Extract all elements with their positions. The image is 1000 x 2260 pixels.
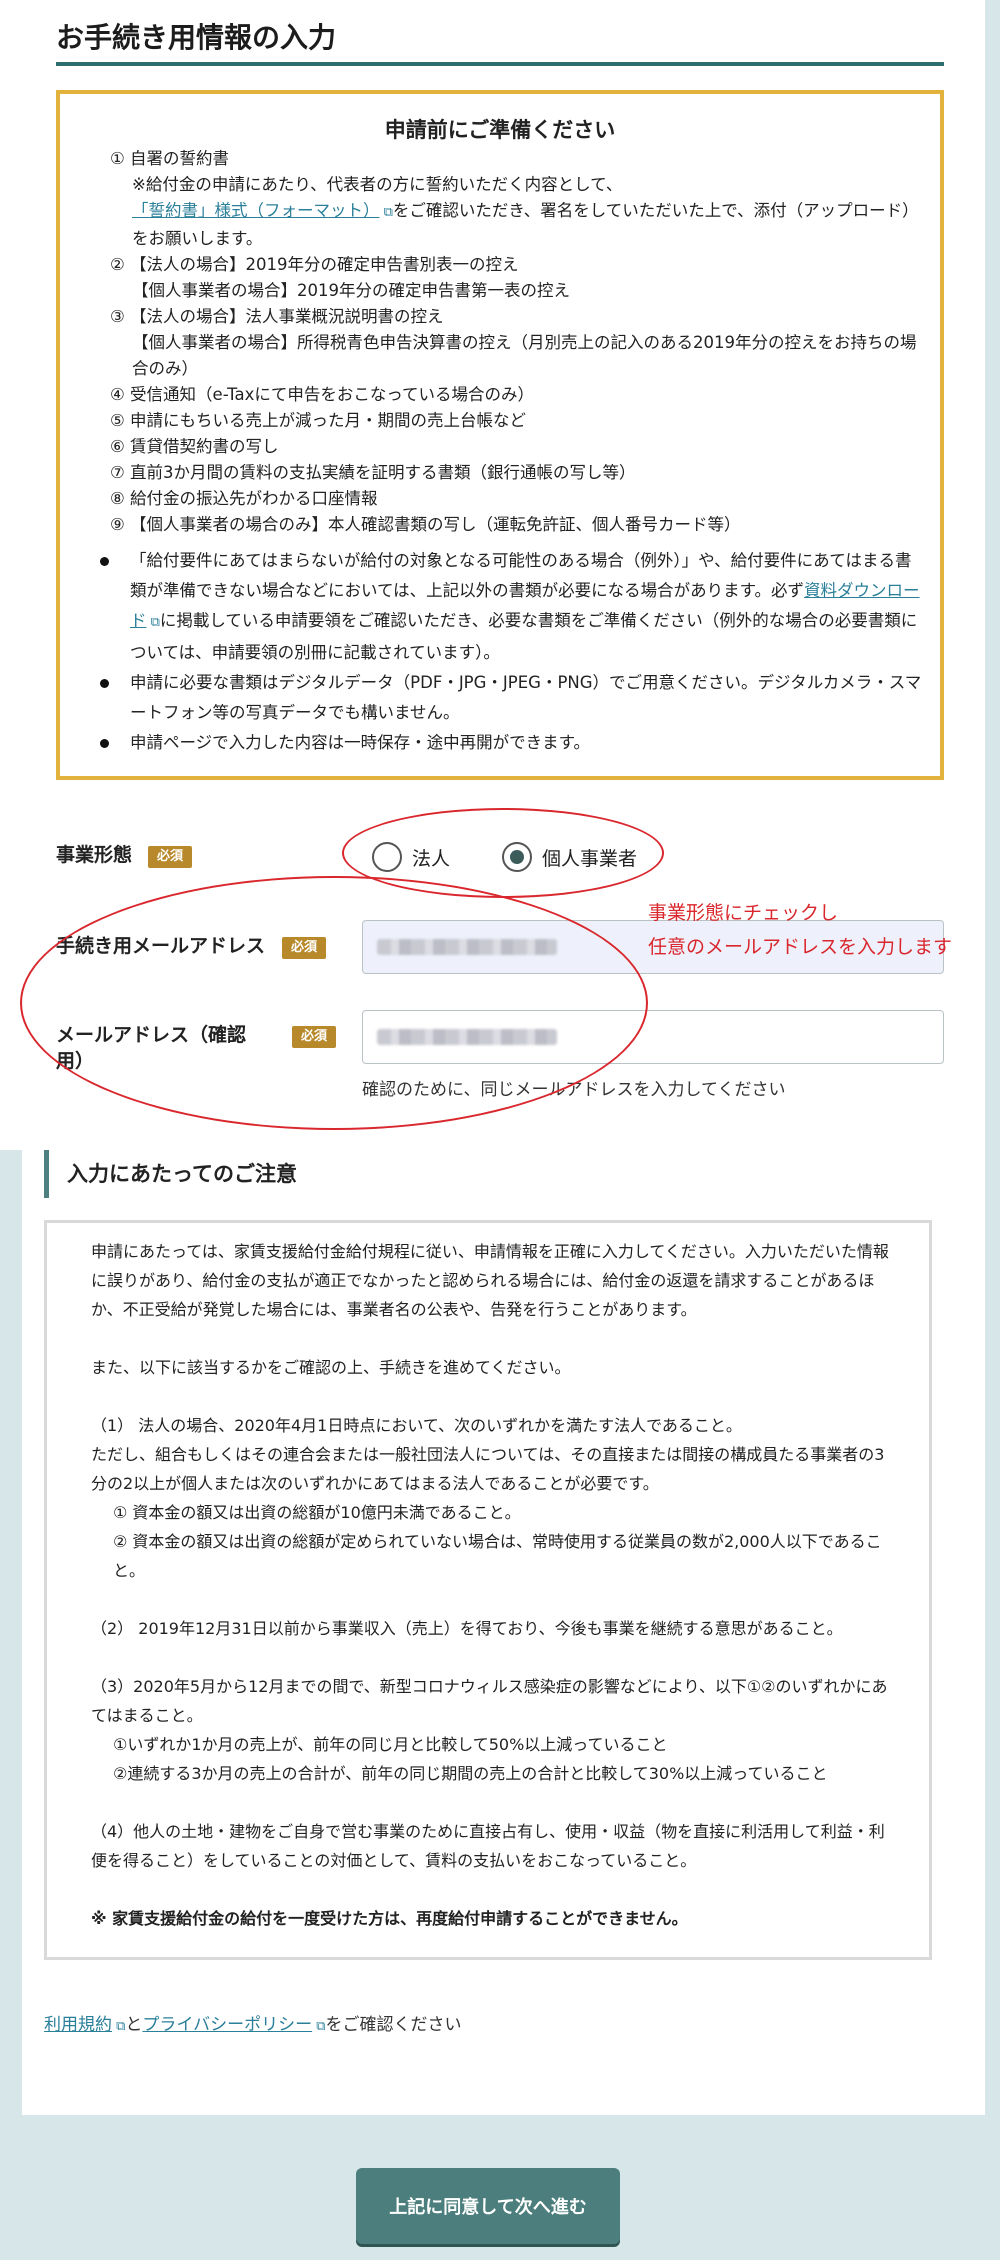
annotation-text-2: 任意のメールアドレスを入力します bbox=[648, 936, 953, 958]
notice-spacer bbox=[91, 1324, 896, 1353]
note-item: 申請ページで入力した内容は一時保存・途中再開ができます。 bbox=[98, 728, 926, 758]
notice-paragraph: 申請にあたっては、家賃支援給付金給付規程に従い、申請情報を正確に入力してください… bbox=[91, 1242, 889, 1319]
page-title: お手続き用情報の入力 bbox=[56, 21, 337, 54]
notice-box: 申請にあたっては、家賃支援給付金給付規程に従い、申請情報を正確に入力してください… bbox=[44, 1220, 932, 1960]
preparation-notes: 「給付要件にあてはまらないが給付の対象となる可能性のある場合（例外）」や、給付要… bbox=[98, 546, 926, 758]
title-divider bbox=[56, 62, 944, 66]
business-type-label: 事業形態 bbox=[56, 844, 133, 866]
radio-button[interactable] bbox=[372, 842, 402, 872]
notice-body: 申請にあたっては、家賃支援給付金給付規程に従い、申請情報を正確に入力してください… bbox=[91, 1237, 896, 1933]
required-badge: 必須 bbox=[282, 937, 327, 959]
external-link-icon: ⧉ bbox=[146, 615, 160, 630]
notice-paragraph: ② 資本金の額又は出資の総額が定められていない場合は、常時使用する従業員の数が2… bbox=[113, 1532, 882, 1580]
agree-next-button[interactable]: 上記に同意して次へ進む bbox=[356, 2168, 620, 2244]
preparation-list: ① 自署の誓約書 ※給付金の申請にあたり、代表者の方に誓約いただく内容として、 … bbox=[110, 146, 920, 538]
annotation-text-1: 事業形態にチェックし bbox=[648, 902, 839, 924]
required-badge: 必須 bbox=[292, 1026, 337, 1048]
links-joiner: と bbox=[125, 2015, 143, 2035]
notice-paragraph: ①いずれか1か月の売上が、前年の同じ月と比較して50%以上減っていること bbox=[113, 1735, 668, 1754]
notice-paragraph: （4）他人の土地・建物をご自身で営む事業のために直接占有し、使用・収益（物を直接… bbox=[91, 1822, 885, 1870]
external-link-icon: ⧉ bbox=[112, 2019, 126, 2034]
note-text: 「給付要件にあてはまらないが給付の対象となる可能性のある場合（例外）」や、給付要… bbox=[130, 551, 912, 600]
prep-item: 「誓約書」様式（フォーマット） ⧉をご確認いただき、署名をしていただいた上で、添… bbox=[110, 198, 920, 252]
notice-spacer bbox=[91, 1875, 896, 1904]
prep-item: ② 【法人の場合】2019年分の確定申告書別表一の控え bbox=[110, 255, 519, 274]
notice-spacer bbox=[91, 1643, 896, 1672]
prep-item: ⑤ 申請にもちいる売上が減った月・期間の売上台帳など bbox=[110, 411, 527, 430]
masked-email-value bbox=[377, 1029, 557, 1045]
prep-item: ⑥ 賃貸借契約書の写し bbox=[110, 437, 279, 456]
prep-item: ⑨ 【個人事業者の場合のみ】本人確認書類の写し（運転免許証、個人番号カード等） bbox=[110, 515, 741, 534]
policy-links: 利用規約 ⧉とプライバシーポリシー ⧉をご確認ください bbox=[44, 2010, 462, 2035]
email-confirm-input[interactable] bbox=[362, 1010, 944, 1064]
external-link-icon: ⧉ bbox=[379, 205, 393, 220]
radio-button-selected[interactable] bbox=[502, 842, 532, 872]
note-item: 「給付要件にあてはまらないが給付の対象となる可能性のある場合（例外）」や、給付要… bbox=[98, 546, 926, 668]
notice-heading: 入力にあたってのご注意 bbox=[44, 1150, 297, 1198]
notice-warning: ※ 家賃支援給付金の給付を一度受けた方は、再度給付申請することができません。 bbox=[91, 1909, 688, 1928]
note-text: に掲載している申請要領をご確認いただき、必要な書類をご準備ください（例外的な場合… bbox=[130, 611, 918, 662]
required-badge: 必須 bbox=[148, 846, 193, 868]
note-item: 申請に必要な書類はデジタルデータ（PDF・JPG・JPEG・PNG）でご用意くだ… bbox=[98, 668, 926, 728]
radio-label: 個人事業者 bbox=[542, 847, 638, 870]
radio-label: 法人 bbox=[412, 847, 451, 870]
radio-corporation[interactable]: 法人 bbox=[372, 842, 450, 872]
email-confirm-helper: 確認のために、同じメールアドレスを入力してください bbox=[362, 1080, 786, 1100]
radio-sole-proprietor[interactable]: 個人事業者 bbox=[502, 842, 637, 872]
notice-paragraph: また、以下に該当するかをご確認の上、手続きを進めてください。 bbox=[91, 1358, 571, 1377]
links-suffix: をご確認ください bbox=[325, 2015, 462, 2035]
prep-item: ③ 【法人の場合】法人事業概況説明書の控え bbox=[110, 307, 444, 326]
prep-item: ⑦ 直前3か月間の賃料の支払実績を証明する書類（銀行通帳の写し等） bbox=[110, 463, 636, 482]
prep-item: ※給付金の申請にあたり、代表者の方に誓約いただく内容として、 bbox=[132, 175, 623, 194]
masked-email-value bbox=[377, 939, 557, 955]
notice-spacer bbox=[91, 1585, 896, 1614]
notice-paragraph: （3）2020年5月から12月までの間で、新型コロナウィルス感染症の影響などによ… bbox=[91, 1677, 888, 1725]
email-label: 手続き用メールアドレス bbox=[56, 935, 266, 957]
prep-item: ⑧ 給付金の振込先がわかる口座情報 bbox=[110, 489, 378, 508]
prep-item: ① 自署の誓約書 bbox=[110, 149, 230, 168]
preparation-heading: 申請前にご準備ください bbox=[384, 118, 616, 142]
external-link-icon: ⧉ bbox=[312, 2019, 326, 2034]
notice-paragraph: ① 資本金の額又は出資の総額が10億円未満であること。 bbox=[113, 1503, 521, 1522]
notice-spacer bbox=[91, 1788, 896, 1817]
notice-paragraph: ただし、組合もしくはその連合会または一般社団法人については、その直接または間接の… bbox=[91, 1445, 885, 1493]
pledge-format-link[interactable]: 「誓約書」様式（フォーマット） bbox=[132, 201, 380, 220]
notice-paragraph: （1） 法人の場合、2020年4月1日時点において、次のいずれかを満たす法人であ… bbox=[91, 1416, 742, 1435]
preparation-box: 申請前にご準備ください ① 自署の誓約書 ※給付金の申請にあたり、代表者の方に誓… bbox=[56, 90, 944, 780]
notice-spacer bbox=[91, 1382, 896, 1411]
notice-paragraph: ②連続する3か月の売上の合計が、前年の同じ期間の売上の合計と比較して30%以上減… bbox=[113, 1764, 828, 1783]
prep-item: 【個人事業者の場合】所得税青色申告決算書の控え（月別売上の記入のある2019年分… bbox=[132, 333, 917, 378]
terms-link[interactable]: 利用規約 bbox=[44, 2015, 112, 2035]
privacy-policy-link[interactable]: プライバシーポリシー bbox=[142, 2015, 312, 2035]
email-confirm-label: メールアドレス（確認用） bbox=[56, 1024, 247, 1072]
prep-item: ④ 受信通知（e-Taxにて申告をおこなっている場合のみ） bbox=[110, 385, 535, 404]
prep-item: 【個人事業者の場合】2019年分の確定申告書第一表の控え bbox=[132, 281, 570, 300]
notice-paragraph: （2） 2019年12月31日以前から事業収入（売上）を得ており、今後も事業を継… bbox=[91, 1619, 843, 1638]
